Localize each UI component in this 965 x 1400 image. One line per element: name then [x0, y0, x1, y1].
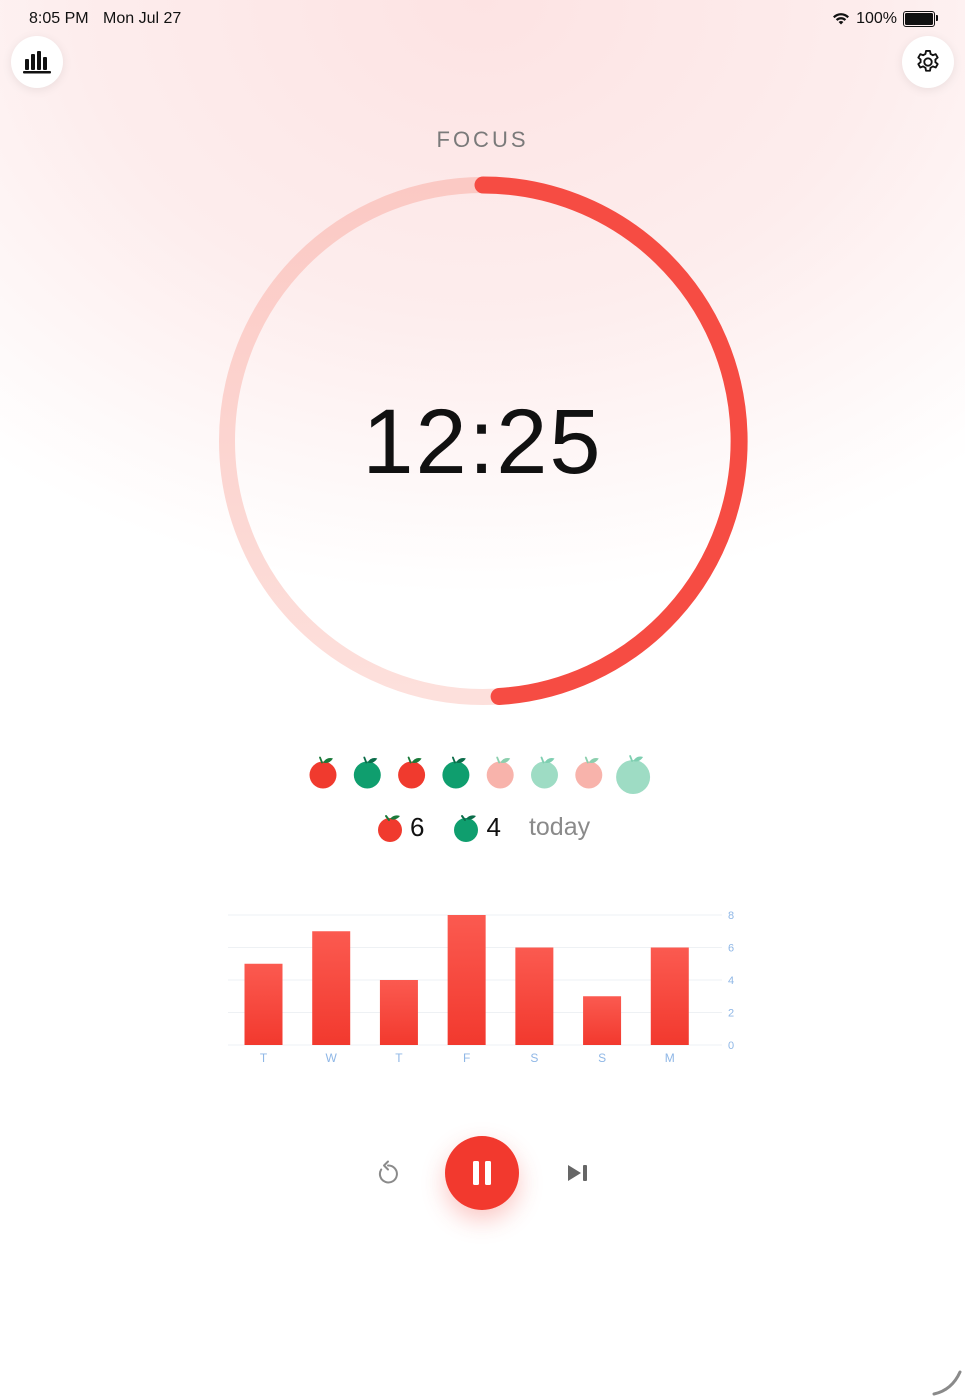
y-tick-label: 6: [728, 943, 734, 955]
session-tomato-long-break: [616, 755, 651, 794]
status-right: 100%: [832, 10, 938, 28]
y-tick-label: 0: [728, 1040, 734, 1052]
pause-icon: [473, 1161, 491, 1185]
session-tomatoes: [309, 755, 651, 794]
bar: [379, 980, 418, 1045]
x-tick-label: T: [260, 1051, 268, 1065]
break-count: 4: [486, 812, 501, 842]
x-tick-label: M: [665, 1051, 675, 1065]
x-tick-label: W: [326, 1051, 338, 1065]
status-date: Mon Jul 27: [103, 10, 182, 27]
timer-display: 12:25: [362, 391, 603, 493]
bar-chart-icon: [23, 51, 51, 74]
skip-forward-icon: [568, 1165, 587, 1181]
session-tomato-break: [531, 756, 558, 789]
x-tick-label: T: [395, 1051, 403, 1065]
session-tomato-focus: [575, 756, 603, 789]
bar: [244, 963, 283, 1045]
session-tomato-focus: [486, 756, 514, 789]
skip-button[interactable]: [562, 1157, 594, 1189]
stats-button[interactable]: [11, 36, 63, 88]
mode-label: FOCUS: [436, 127, 529, 152]
gear-icon: [917, 49, 939, 72]
session-tomato-focus: [398, 756, 426, 789]
y-tick-label: 8: [728, 910, 734, 922]
status-bar: 8:05 PM Mon Jul 27 100%: [0, 8, 965, 32]
today-label: today: [528, 813, 591, 841]
reset-icon: [378, 1160, 398, 1184]
bar: [650, 947, 689, 1045]
focus-tomato-icon: [378, 814, 402, 842]
pause-button[interactable]: [445, 1136, 519, 1210]
scribble-handle-icon[interactable]: [924, 1360, 964, 1400]
y-tick-label: 4: [728, 975, 734, 987]
y-tick-label: 2: [728, 1008, 734, 1020]
focus-count: 6: [410, 812, 425, 842]
status-time: 8:05 PM: [29, 10, 89, 27]
reset-button[interactable]: [372, 1157, 404, 1189]
settings-button[interactable]: [902, 36, 954, 88]
x-tick-label: F: [463, 1051, 470, 1065]
session-tomato-focus: [309, 756, 337, 789]
session-tomato-break: [442, 756, 470, 789]
timer-controls: [0, 1136, 965, 1212]
x-tick-label: S: [530, 1051, 538, 1065]
wifi-icon: [833, 13, 850, 25]
break-tomato-icon: [454, 814, 479, 842]
bar: [515, 947, 554, 1045]
bar: [583, 996, 622, 1045]
today-summary: 6 4 today: [376, 812, 590, 843]
session-tomato-break: [353, 756, 381, 789]
x-tick-label: S: [598, 1051, 606, 1065]
bar: [312, 931, 351, 1045]
weekly-chart: 8 6 4 2 0 T W T F S S M: [228, 910, 734, 1065]
battery-icon: [903, 11, 938, 27]
battery-percent: 100%: [856, 10, 897, 27]
bar: [447, 915, 486, 1045]
